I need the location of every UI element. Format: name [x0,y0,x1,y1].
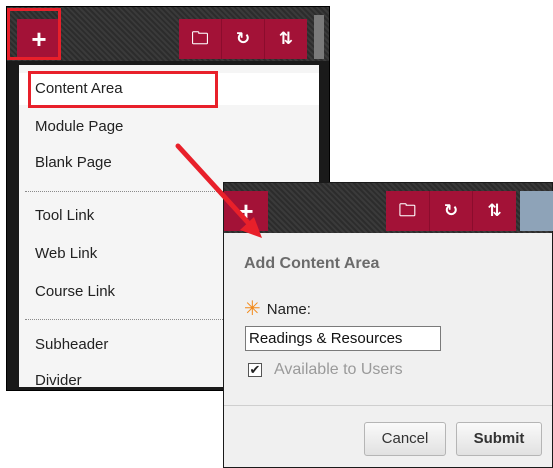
available-to-users-label: Available to Users [274,361,403,378]
dialog-toolbar: + 🗀 ↻ ⇅ [224,183,553,233]
sort-icon[interactable]: ⇅ [472,191,516,231]
folder-icon[interactable]: 🗀 [179,19,221,59]
required-asterisk-icon: ✳ [244,298,261,320]
available-to-users-row: ✔ Available to Users [248,361,403,379]
scrollbar[interactable] [520,191,553,231]
add-menu-item-button[interactable]: + [17,19,61,59]
refresh-icon[interactable]: ↻ [221,19,264,59]
submit-button[interactable]: Submit [456,422,542,456]
name-label: Name: [266,300,311,318]
sort-icon[interactable]: ⇅ [264,19,307,59]
name-input[interactable] [245,326,441,351]
available-to-users-checkbox[interactable]: ✔ [248,363,262,377]
scrollbar[interactable] [314,15,324,59]
menu-item-module-page[interactable]: Module Page [19,111,319,143]
add-menu-item-button[interactable]: + [224,191,268,231]
refresh-icon[interactable]: ↻ [428,191,473,231]
cancel-button[interactable]: Cancel [364,422,446,456]
dialog-title: Add Content Area [244,255,380,272]
dialog-footer-divider [224,405,552,406]
name-field-label-row: ✳ Name: [244,299,311,319]
menu-item-content-area[interactable]: Content Area [19,73,319,105]
add-content-area-dialog: + 🗀 ↻ ⇅ Add Content Area ✳ Name: ✔ Avail… [223,182,553,468]
course-menu-toolbar: + 🗀 ↻ ⇅ [7,7,329,61]
toolbar-tools: 🗀 ↻ ⇅ [386,191,516,231]
folder-icon[interactable]: 🗀 [386,191,429,231]
toolbar-tools: 🗀 ↻ ⇅ [179,19,307,59]
menu-item-blank-page[interactable]: Blank Page [19,147,319,179]
